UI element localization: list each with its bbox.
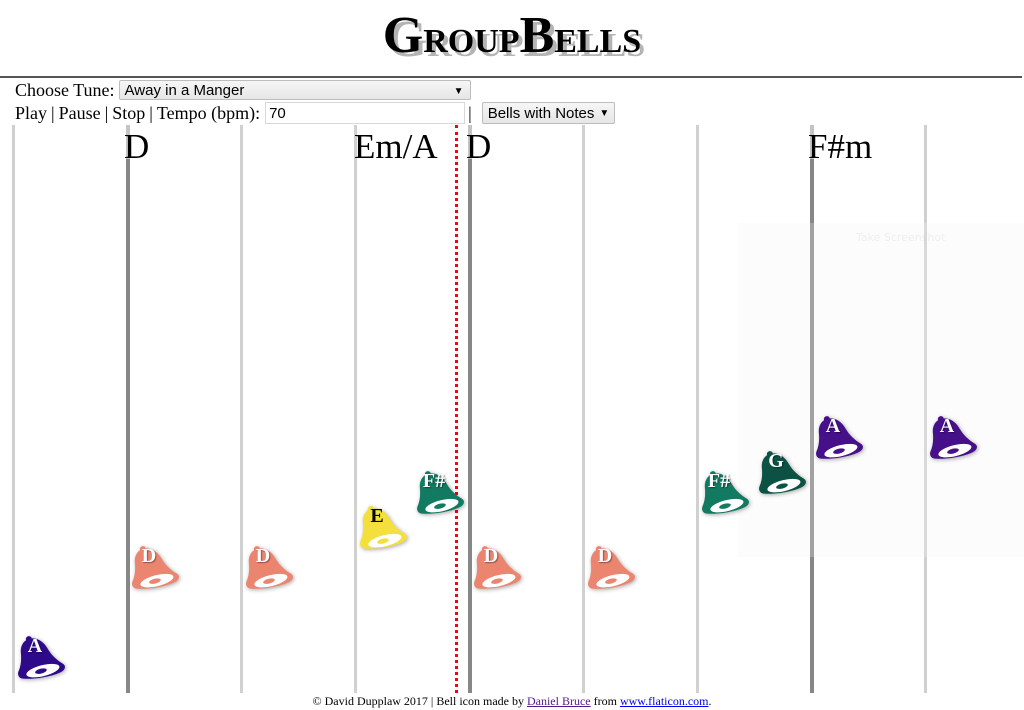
app-title: GroupBells xyxy=(0,6,1024,67)
tune-selected-value: Away in a Manger xyxy=(124,82,245,99)
screenshot-overlay: Take Screenshot xyxy=(738,223,1024,557)
separator: | xyxy=(468,102,472,123)
bar-line xyxy=(126,125,130,693)
bell-note[interactable]: D xyxy=(470,543,522,595)
bell-note[interactable]: E xyxy=(356,503,408,555)
playhead-marker xyxy=(454,125,458,693)
title-part: ells xyxy=(554,10,642,63)
beat-line xyxy=(582,125,585,693)
separator: | xyxy=(104,102,109,123)
pause-link[interactable]: Pause xyxy=(59,103,101,124)
beat-line xyxy=(354,125,357,693)
tempo-input[interactable] xyxy=(265,102,466,124)
bell-note-label: D xyxy=(483,545,499,567)
bell-note-label: E xyxy=(370,505,384,527)
bell-note[interactable]: G xyxy=(755,448,807,500)
playback-row: Play | Pause | Stop | Tempo (bpm): | Bel… xyxy=(15,101,616,125)
beat-line xyxy=(240,125,243,693)
footer-end: . xyxy=(708,694,712,708)
display-mode-select[interactable]: Bells with Notes ▼ xyxy=(481,102,616,124)
separator: | xyxy=(149,102,153,123)
title-part: G xyxy=(382,7,424,64)
bell-note-label: D xyxy=(141,545,157,567)
dropdown-arrow-icon: ▼ xyxy=(599,107,610,119)
bell-note[interactable]: D xyxy=(584,543,636,595)
footer-from: from xyxy=(590,694,620,708)
chord-label: D xyxy=(124,127,150,166)
bell-note[interactable]: F# xyxy=(698,468,750,520)
stop-link[interactable]: Stop xyxy=(112,103,145,124)
bell-note[interactable]: F# xyxy=(413,468,465,520)
tempo-label: Tempo (bpm): xyxy=(156,102,261,123)
dropdown-arrow-icon: ▼ xyxy=(453,86,464,97)
chord-label: F#m xyxy=(808,127,873,166)
bell-note-label: A xyxy=(939,415,955,437)
author-link[interactable]: Daniel Bruce xyxy=(527,694,591,708)
beat-line xyxy=(696,125,699,693)
bell-note-label: D xyxy=(255,545,271,567)
tune-row: Choose Tune: Away in a Manger ▼ xyxy=(15,79,471,101)
separator: | xyxy=(51,102,55,123)
score-area: Take Screenshot D Em/A D F#m A D D E F# D D F# G A A xyxy=(0,125,1024,693)
footer: © David Dupplaw 2017 | Bell icon made by… xyxy=(0,694,1024,709)
chord-label: Em/A xyxy=(354,127,438,166)
footer-copyright: © David Dupplaw 2017 | Bell icon made by xyxy=(312,694,527,708)
chord-label: D xyxy=(466,127,492,166)
bell-note-label: F# xyxy=(707,470,731,492)
choose-tune-label: Choose Tune: xyxy=(15,79,115,100)
header-divider xyxy=(0,76,1022,78)
bell-note[interactable]: D xyxy=(128,543,180,595)
bell-note-label: A xyxy=(27,635,43,657)
title-part: roup xyxy=(423,10,520,63)
bell-note[interactable]: A xyxy=(14,633,66,685)
bell-note[interactable]: D xyxy=(242,543,294,595)
display-mode-value: Bells with Notes xyxy=(487,104,595,122)
tune-select[interactable]: Away in a Manger ▼ xyxy=(118,80,471,100)
flaticon-link[interactable]: www.flaticon.com xyxy=(620,694,709,708)
play-link[interactable]: Play xyxy=(15,103,47,124)
bar-line xyxy=(468,125,472,693)
bell-note-label: A xyxy=(825,415,841,437)
bell-note-label: G xyxy=(768,450,784,472)
bell-note-label: D xyxy=(597,545,613,567)
bell-note[interactable]: A xyxy=(812,413,864,465)
beat-line xyxy=(12,125,15,693)
title-part: B xyxy=(519,7,555,64)
bell-note[interactable]: A xyxy=(926,413,978,465)
overlay-text: Take Screenshot xyxy=(856,231,946,244)
bell-note-label: F# xyxy=(422,470,446,492)
